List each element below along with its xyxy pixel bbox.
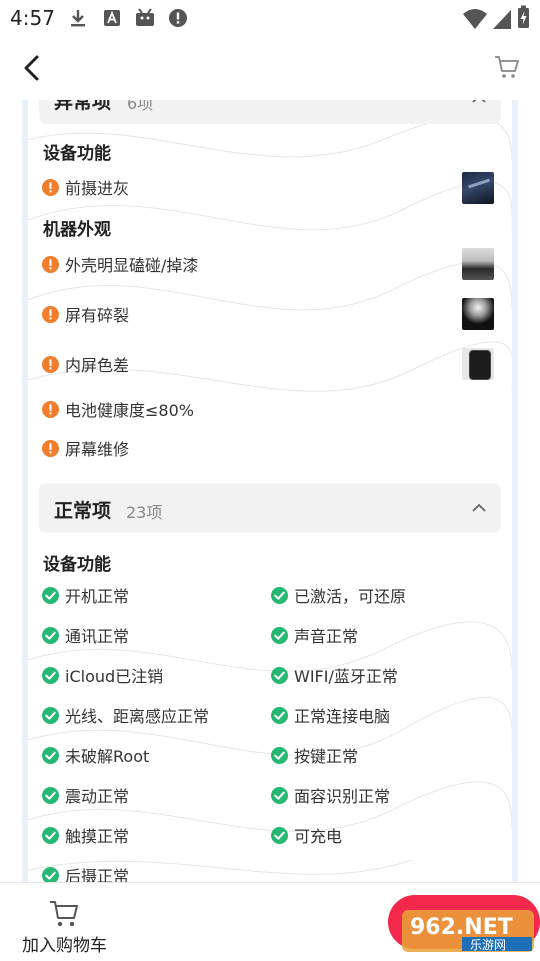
- normal-item: 光线、距离感应正常: [42, 703, 209, 727]
- check-circle-icon: [42, 866, 59, 882]
- add-to-cart-label: 加入购物车: [22, 936, 107, 956]
- normal-item: 开机正常: [42, 583, 129, 607]
- photo-thumbnail[interactable]: [462, 348, 494, 380]
- photo-thumbnail[interactable]: [462, 298, 494, 330]
- inspection-report: 异常项 6项 设备功能 前摄进灰 机器外观 外壳明显磕碰/掉漆 屏有碎裂 内屏色…: [22, 100, 518, 882]
- normal-item: 未破解Root: [42, 743, 149, 767]
- normal-item: 震动正常: [42, 783, 129, 807]
- svg-text:962.NET: 962.NET: [410, 915, 513, 940]
- svg-text:乐游网: 乐游网: [470, 938, 506, 952]
- back-button[interactable]: [18, 52, 48, 84]
- check-circle-icon: [42, 706, 59, 724]
- check-circle-icon: [42, 666, 59, 684]
- exclamation-circle-icon: [42, 305, 59, 323]
- check-circle-icon: [42, 826, 59, 844]
- normal-item: 已激活，可还原: [271, 583, 406, 607]
- normal-item: 面容识别正常: [271, 783, 390, 807]
- normal-item: 触摸正常: [42, 823, 129, 847]
- check-circle-icon: [271, 706, 288, 724]
- status-time: 4:57: [10, 6, 55, 30]
- exclamation-circle-icon: [42, 439, 59, 457]
- check-circle-icon: [42, 626, 59, 644]
- normal-item: 按键正常: [271, 743, 358, 767]
- app-header: [0, 36, 540, 100]
- check-circle-icon: [271, 666, 288, 684]
- check-circle-icon: [271, 626, 288, 644]
- exclamation-circle-icon: [42, 400, 59, 418]
- abnormal-item: 外壳明显磕碰/掉漆: [42, 252, 198, 276]
- check-circle-icon: [42, 586, 59, 604]
- exclamation-circle-icon: [42, 178, 59, 196]
- normal-item: 正常连接电脑: [271, 703, 390, 727]
- normal-item: 通讯正常: [42, 623, 129, 647]
- check-circle-icon: [271, 586, 288, 604]
- normal-section-header[interactable]: 正常项 23项: [39, 483, 501, 533]
- abnormal-count: 6项: [127, 100, 154, 113]
- abnormal-section-header[interactable]: 异常项 6项: [39, 100, 501, 124]
- check-circle-icon: [42, 746, 59, 764]
- abnormal-item: 内屏色差: [42, 352, 129, 376]
- download-icon: [71, 10, 85, 27]
- status-bar: 4:57: [0, 0, 540, 36]
- check-circle-icon: [271, 826, 288, 844]
- android-icon: [136, 8, 154, 26]
- exclamation-circle-icon: [42, 355, 59, 373]
- normal-title: 正常项: [54, 500, 112, 522]
- abnormal-title: 异常项: [54, 100, 112, 113]
- chevron-up-icon: [472, 100, 486, 103]
- group-title-device-function: 设备功能: [43, 144, 111, 164]
- abnormal-item: 电池健康度≤80%: [42, 397, 194, 421]
- check-circle-icon: [42, 786, 59, 804]
- abnormal-item: 屏幕维修: [42, 436, 129, 460]
- group-title-device-function: 设备功能: [43, 555, 111, 575]
- exclamation-circle-icon: [42, 255, 59, 273]
- battery-charging-icon: [518, 5, 529, 28]
- photo-thumbnail[interactable]: [462, 248, 494, 280]
- cart-icon[interactable]: [494, 54, 520, 80]
- normal-count: 23项: [126, 503, 163, 522]
- site-watermark-logo: 962.NET 乐游网: [402, 910, 534, 952]
- normal-item: 后摄正常: [42, 863, 129, 882]
- app-store-icon: [104, 10, 120, 26]
- chevron-up-icon: [472, 503, 486, 512]
- abnormal-item: 屏有碎裂: [42, 302, 129, 326]
- normal-item: 声音正常: [271, 623, 358, 647]
- check-circle-icon: [271, 786, 288, 804]
- check-circle-icon: [271, 746, 288, 764]
- wifi-icon: [463, 9, 487, 29]
- group-title-appearance: 机器外观: [43, 220, 111, 240]
- add-to-cart-button[interactable]: 加入购物车: [16, 895, 112, 957]
- alert-icon: [169, 9, 187, 27]
- normal-item: 可充电: [271, 823, 342, 847]
- normal-item: iCloud已注销: [42, 663, 163, 687]
- normal-item: WIFI/蓝牙正常: [271, 663, 398, 687]
- abnormal-item: 前摄进灰: [42, 175, 129, 199]
- photo-thumbnail[interactable]: [462, 172, 494, 204]
- signal-icon: [493, 10, 511, 29]
- cart-icon: [50, 901, 78, 927]
